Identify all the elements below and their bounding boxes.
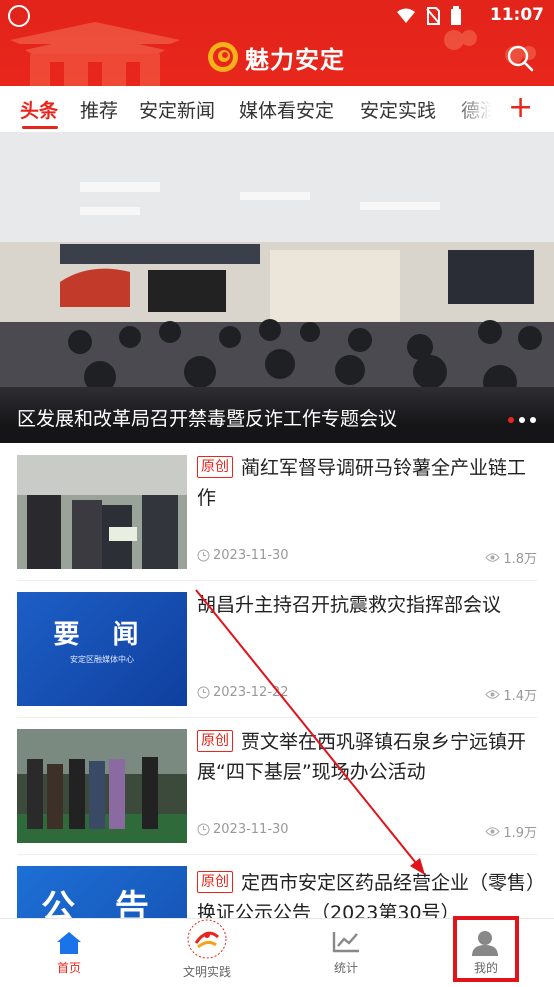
original-tag: 原创 [197, 456, 233, 478]
tabs-fade [452, 86, 502, 132]
civilization-logo-icon [187, 919, 227, 959]
news-thumbnail: 要 闻 安定区融媒体中心 [17, 592, 187, 706]
notification-app-icon [8, 5, 30, 27]
thumbnail-headline-text: 公 告 [41, 888, 163, 918]
news-item[interactable]: 公 告 原创 定西市安定区药品经营企业（零售）换证公示公告（2023第30号） [17, 866, 537, 918]
news-item[interactable]: 要 闻 安定区融媒体中心 胡昌升主持召开抗震救灾指挥部会议 2023-12-22… [17, 592, 537, 706]
no-sim-icon [426, 7, 440, 25]
eye-icon [485, 690, 500, 699]
carousel-dot [530, 417, 536, 423]
news-thumbnail [17, 455, 187, 569]
nav-civilization-practice[interactable]: 文明实践 [152, 919, 262, 987]
news-date-text: 2023-11-30 [213, 548, 289, 563]
carousel-dot [519, 417, 525, 423]
eye-icon [485, 827, 500, 836]
eye-icon [485, 553, 500, 562]
original-tag: 原创 [197, 871, 233, 893]
news-title: 原创 贾文举在西巩驿镇石泉乡宁远镇开展“四下基层”现场办公活动 [197, 727, 542, 787]
divider [17, 717, 537, 718]
news-title: 胡昌升主持召开抗震救灾指挥部会议 [197, 590, 542, 620]
news-title: 原创 蔺红军督导调研马铃薯全产业链工作 [197, 453, 542, 513]
app-header: 11:07 魅力安定 [0, 0, 554, 86]
banner-caption-overlay: 区发展和改革局召开禁毒暨反诈工作专题会议 [0, 387, 554, 443]
clock: 11:07 [489, 5, 544, 25]
news-views: 1.4万 [485, 685, 537, 704]
status-bar: 11:07 [0, 0, 554, 30]
news-date-text: 2023-12-22 [213, 685, 289, 700]
nav-statistics[interactable]: 统计 [291, 919, 401, 987]
app-title: 魅力安定 [245, 44, 345, 74]
news-title-text: 蔺红军督导调研马铃薯全产业链工作 [197, 457, 527, 509]
news-views: 1.8万 [485, 548, 537, 567]
app-logo-icon [208, 42, 238, 72]
tab-media-view[interactable]: 媒体看安定 [239, 96, 334, 123]
news-date: 2023-12-22 [197, 685, 289, 700]
divider [17, 580, 537, 581]
nav-label: 统计 [333, 961, 358, 975]
channel-tabs: 头条 推荐 安定新闻 媒体看安定 安定实践 德润 + [0, 86, 554, 132]
nav-label: 首页 [56, 961, 81, 975]
tab-anding-news[interactable]: 安定新闻 [139, 96, 215, 123]
tab-headlines[interactable]: 头条 [20, 96, 58, 123]
news-title-text: 定西市安定区药品经营企业（零售）换证公示公告（2023第30号） [197, 872, 536, 918]
news-title-text: 贾文举在西巩驿镇石泉乡宁远镇开展“四下基层”现场办公活动 [197, 731, 527, 783]
news-thumbnail: 公 告 [17, 866, 187, 918]
active-tab-indicator [22, 126, 58, 129]
search-icon[interactable] [506, 44, 534, 72]
clock-icon [197, 549, 210, 562]
highlight-box [453, 916, 519, 982]
news-title-text: 胡昌升主持召开抗震救灾指挥部会议 [197, 594, 502, 616]
battery-icon [451, 6, 461, 25]
news-views-text: 1.4万 [503, 689, 537, 704]
chart-icon [332, 932, 359, 953]
nav-label: 文明实践 [182, 965, 231, 979]
news-thumbnail [17, 729, 187, 843]
thumbnail-subtext: 安定区融媒体中心 [70, 655, 134, 664]
news-views-text: 1.9万 [503, 826, 537, 841]
news-date-text: 2023-11-30 [213, 822, 289, 837]
original-tag: 原创 [197, 730, 233, 752]
clock-icon [197, 686, 210, 699]
top-banner[interactable]: 区发展和改革局召开禁毒暨反诈工作专题会议 [0, 132, 554, 443]
tab-anding-practice[interactable]: 安定实践 [360, 96, 436, 123]
news-date: 2023-11-30 [197, 822, 289, 837]
news-date: 2023-11-30 [197, 548, 289, 563]
banner-caption: 区发展和改革局召开禁毒暨反诈工作专题会议 [17, 408, 398, 430]
thumbnail-headline-text: 要 闻 [53, 620, 151, 650]
carousel-dot [508, 417, 514, 423]
news-views: 1.9万 [485, 822, 537, 841]
app-brand: 魅力安定 [207, 40, 345, 74]
add-channel-icon[interactable]: + [508, 90, 533, 126]
news-title: 原创 定西市安定区药品经营企业（零售）换证公示公告（2023第30号） [197, 868, 537, 918]
nav-home[interactable]: 首页 [14, 919, 124, 987]
clock-icon [197, 823, 210, 836]
home-icon [57, 932, 81, 954]
carousel-indicator [508, 417, 536, 423]
news-item[interactable]: 原创 蔺红军督导调研马铃薯全产业链工作 2023-11-30 1.8万 [17, 455, 537, 569]
divider [17, 854, 537, 855]
news-item[interactable]: 原创 贾文举在西巩驿镇石泉乡宁远镇开展“四下基层”现场办公活动 2023-11-3… [17, 729, 537, 843]
wifi-icon [397, 8, 415, 23]
news-views-text: 1.8万 [503, 552, 537, 567]
tab-recommend[interactable]: 推荐 [80, 96, 118, 123]
